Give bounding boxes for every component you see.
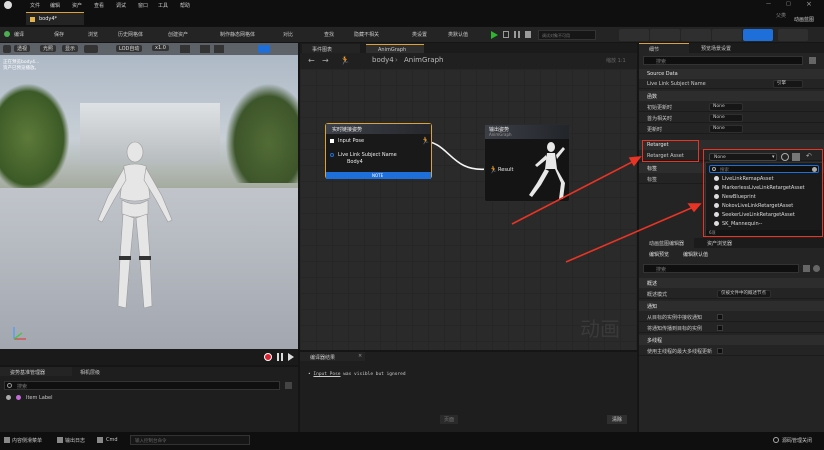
annotation-arrows bbox=[511, 156, 702, 263]
cmd-selector[interactable]: Cmd bbox=[106, 437, 118, 443]
source-control-icon[interactable] bbox=[773, 437, 779, 443]
console-command-input[interactable]: 输入控制台命令 bbox=[130, 435, 250, 445]
status-bar: 内容侧滑菜单 输出日志 Cmd 输入控制台命令 源码管理关闭 bbox=[0, 432, 824, 450]
output-log-button[interactable]: 输出日志 bbox=[65, 437, 85, 444]
content-drawer-icon[interactable] bbox=[4, 437, 10, 443]
output-log-icon[interactable] bbox=[57, 437, 63, 443]
console-command-placeholder: 输入控制台命令 bbox=[135, 439, 167, 444]
cmd-icon[interactable] bbox=[97, 437, 103, 443]
source-control-button[interactable]: 源码管理关闭 bbox=[782, 437, 812, 444]
content-drawer-button[interactable]: 内容侧滑菜单 bbox=[12, 437, 42, 444]
